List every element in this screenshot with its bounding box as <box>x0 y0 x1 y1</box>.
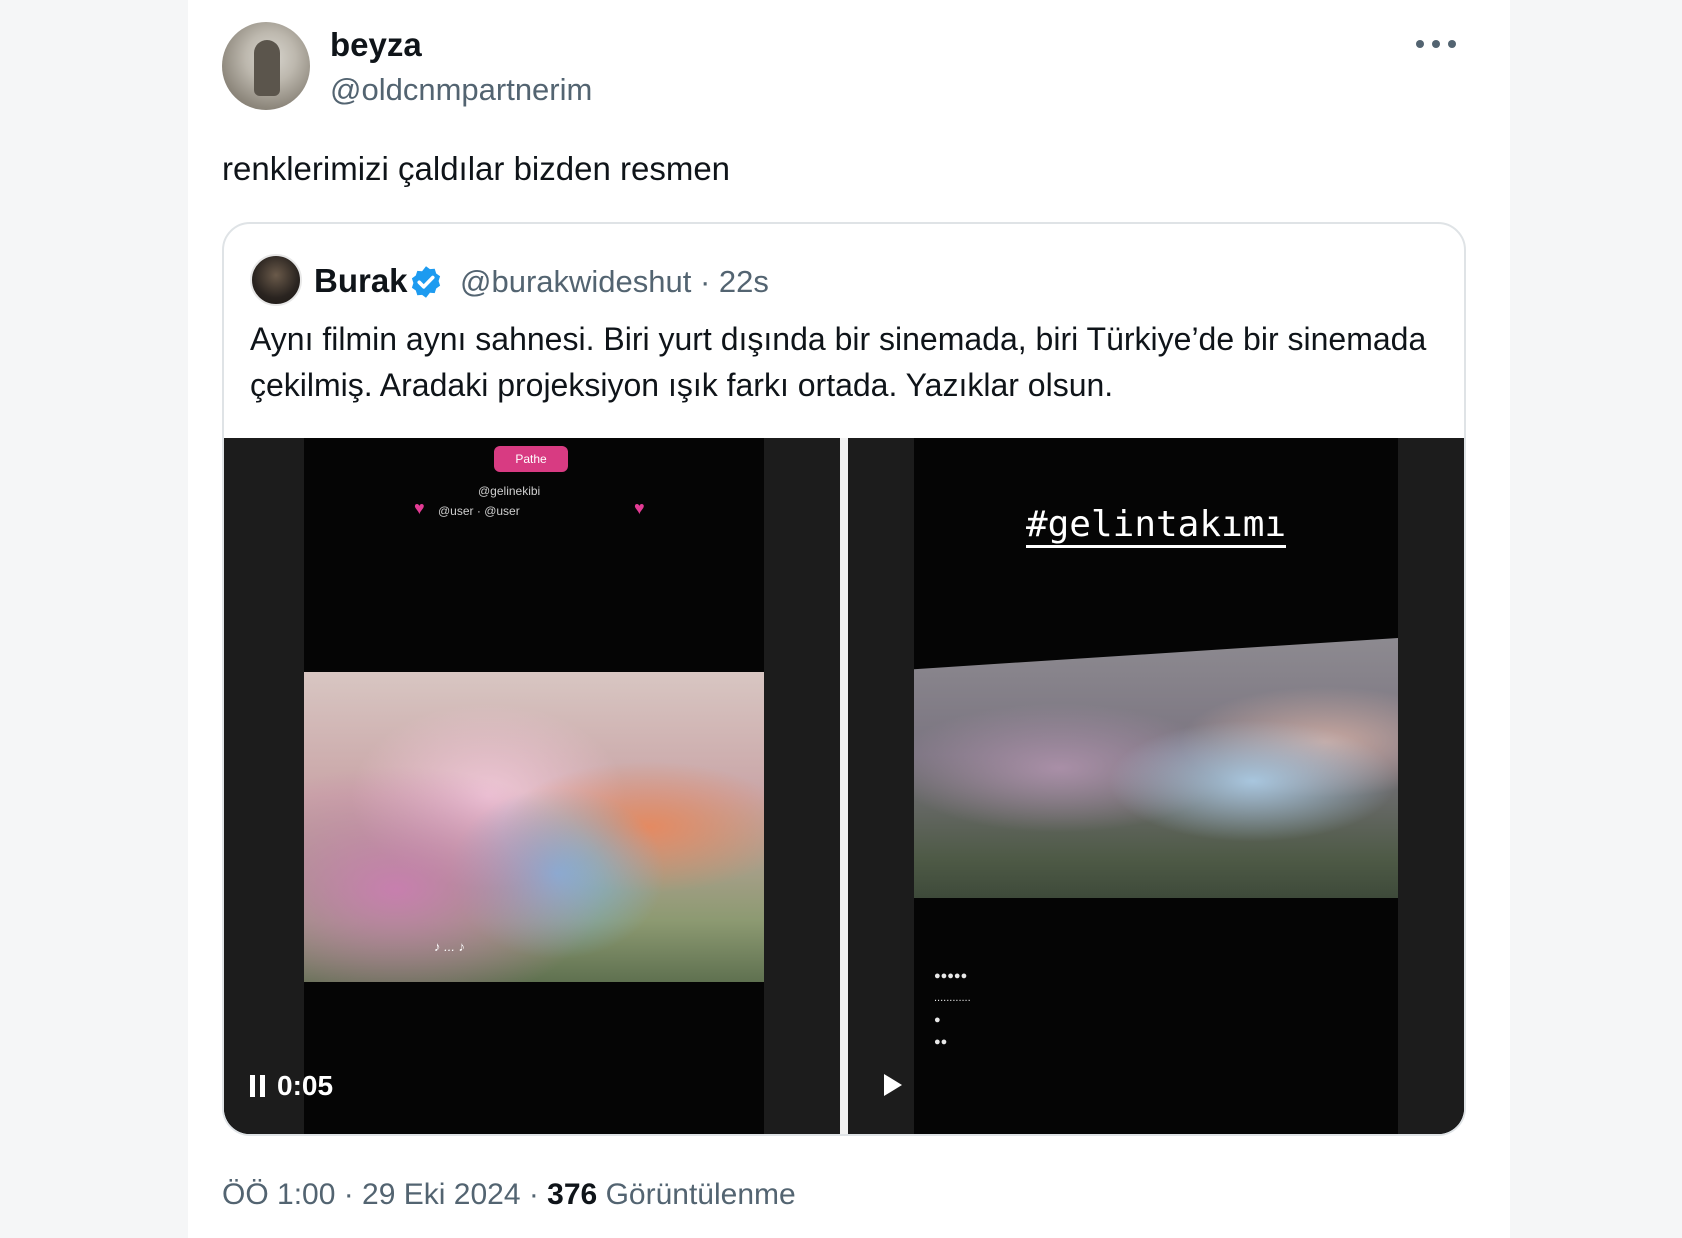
story-caption-line: ●● <box>934 1036 948 1048</box>
author-avatar[interactable] <box>222 22 310 110</box>
tweet-timestamp[interactable]: ÖÖ 1:00 · 29 Eki 2024 · <box>222 1178 547 1211</box>
media-grid: Pathe @gelinekibi ♥ @user · @user ♥ ♪ ..… <box>224 438 1464 1134</box>
hashtag-sticker: #gelintakımı <box>848 504 1464 548</box>
more-dot-icon <box>1432 40 1440 48</box>
video-right[interactable]: #gelintakımı ●●●●● ............ ● ●● <box>848 438 1464 1134</box>
more-options-button[interactable] <box>1410 32 1462 56</box>
cinema-screen-left <box>304 672 764 982</box>
story-caption-line: ............ <box>934 992 971 1004</box>
story-caption-line: ● <box>934 1014 941 1026</box>
quoted-author-name[interactable]: Burak <box>314 262 408 300</box>
pause-button[interactable]: 0:05 <box>250 1070 333 1102</box>
verified-badge-icon <box>411 266 441 298</box>
tweet-text: renklerimizi çaldılar bizden resmen <box>222 150 731 187</box>
cinema-screen-right <box>914 638 1398 898</box>
video-left[interactable]: Pathe @gelinekibi ♥ @user · @user ♥ ♪ ..… <box>224 438 840 1134</box>
story-caption-line: ●●●●● <box>934 970 968 982</box>
views-count: 376 <box>547 1178 598 1211</box>
play-button-icon[interactable] <box>884 1074 902 1096</box>
video-time: 0:05 <box>277 1070 334 1101</box>
more-dot-icon <box>1448 40 1456 48</box>
views-label: Görüntülenme <box>597 1178 796 1211</box>
media-divider <box>840 438 848 1134</box>
quoted-author-handle[interactable]: @burakwideshut · 22s <box>460 264 769 300</box>
author-name[interactable]: beyza <box>330 26 422 64</box>
quoted-tweet-text: Aynı filmin aynı sahnesi. Biri yurt dışı… <box>250 321 1427 403</box>
quoted-tweet[interactable]: Burak @burakwideshut · 22s Aynı filmin a… <box>222 222 1466 1136</box>
story-tag: @gelinekibi <box>478 484 541 498</box>
tweet-card: beyza @oldcnmpartnerim renklerimizi çald… <box>188 0 1510 1238</box>
author-handle[interactable]: @oldcnmpartnerim <box>330 72 592 108</box>
more-dot-icon <box>1416 40 1424 48</box>
heart-icon: ♥ <box>414 498 425 518</box>
tweet-meta: ÖÖ 1:00 · 29 Eki 2024 · 376 Görüntülenme <box>222 1178 796 1212</box>
heart-icon: ♥ <box>634 498 645 518</box>
subtitle-text: ♪ ... ♪ <box>434 939 466 954</box>
pause-icon <box>250 1075 265 1097</box>
story-mentions: @user · @user <box>438 504 520 518</box>
quoted-author-avatar[interactable] <box>250 254 302 306</box>
pathe-badge: Pathe <box>494 446 568 472</box>
